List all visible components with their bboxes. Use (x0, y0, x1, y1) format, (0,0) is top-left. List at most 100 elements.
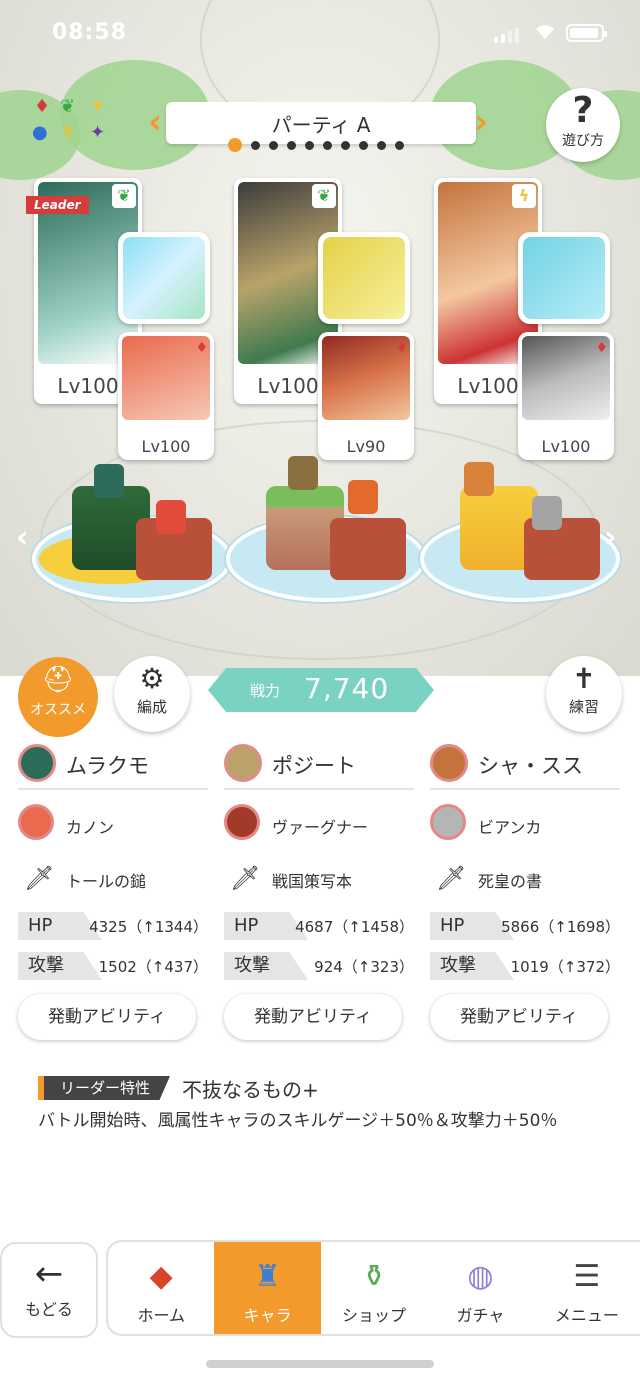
attack-label: 攻撃 (430, 952, 514, 980)
weapon-row[interactable]: 🗡 戦国策写本 (224, 852, 414, 904)
party-selector: ‹ パーティ A › (148, 102, 494, 152)
member-column-3: シャ・スス ビアンカ 🗡 死皇の書 HP 5866（↑1698） 攻撃 1019… (430, 738, 620, 984)
sub-character-card[interactable]: ♦ Lv100 (118, 332, 214, 460)
thunder-element-icon: ϟ (62, 122, 74, 143)
member-column-2: ポジート ヴァーグナー 🗡 戦国策写本 HP 4687（↑1458） 攻撃 92… (224, 738, 414, 984)
fire-element-icon: ♦ (195, 340, 208, 356)
avatar (18, 744, 56, 782)
avatar (18, 804, 54, 840)
power-label: 戦力 (250, 682, 281, 700)
sub-character-row[interactable]: ヴァーグナー (224, 798, 414, 852)
tab-home[interactable]: ◆ ホーム (108, 1242, 214, 1334)
weapon-slot[interactable] (518, 232, 610, 324)
weapon-slot[interactable] (318, 232, 410, 324)
sub-character-card[interactable]: ♦ Lv100 (518, 332, 614, 460)
fire-element-icon: ♦ (395, 340, 408, 356)
sub-character-row[interactable]: カノン (18, 798, 208, 852)
tab-label: ガチャ (456, 1306, 505, 1325)
leader-skill-tag: リーダー特性 (38, 1076, 171, 1100)
training-label: 練習 (568, 698, 599, 716)
attack-value: 1019（↑372） (510, 958, 620, 976)
signal-icon (494, 28, 519, 43)
sprite-icon (348, 480, 378, 514)
weapon-row[interactable]: 🗡 トールの鎚 (18, 852, 208, 904)
recommend-button[interactable]: ⛑ オススメ (18, 657, 98, 737)
avatar (430, 804, 466, 840)
water-element-icon: ● (32, 122, 48, 143)
book-icon (323, 237, 405, 319)
avatar (224, 804, 260, 840)
character-name: シャ・スス (478, 754, 583, 778)
sub-character-name: ビアンカ (478, 818, 542, 837)
leader-skill-description: バトル開始時、風属性キャラのスキルゲージ＋50％＆攻撃力＋50％ (38, 1111, 558, 1131)
weapon-slot[interactable] (118, 232, 210, 324)
tab-label: キャラ (243, 1306, 292, 1325)
party-member-2[interactable]: ❦ Lv100 ♦ Lv90 (234, 178, 424, 464)
sub-character-row[interactable]: ビアンカ (430, 798, 620, 852)
wind-element-icon: ❦ (60, 96, 76, 117)
hammer-icon (123, 237, 205, 319)
unit-platform-3 (420, 456, 620, 606)
unit-platform-1 (32, 456, 232, 606)
back-button[interactable]: ← もどる (0, 1242, 98, 1338)
wind-element-icon: ❦ (112, 184, 136, 208)
tab-label: メニュー (554, 1306, 619, 1325)
sub-character-name: カノン (66, 818, 115, 837)
member-column-1: ムラクモ カノン 🗡 トールの鎚 HP 4325（↑1344） 攻撃 1502（… (18, 738, 208, 984)
weapon-name: 戦国策写本 (272, 872, 353, 891)
avatar (224, 744, 262, 782)
weapon-name: 死皇の書 (478, 872, 543, 891)
sprite-icon (288, 456, 318, 490)
attack-label: 攻撃 (224, 952, 308, 980)
sprite-icon (464, 462, 494, 496)
main-character-row[interactable]: ポジート (224, 738, 414, 790)
back-label: もどる (25, 1300, 73, 1319)
status-bar: 08:58 (0, 0, 640, 64)
element-legend[interactable]: ♦ ❦ ✦ ● ϟ ✦ (26, 96, 118, 150)
thunder-element-icon: ϟ (512, 184, 536, 208)
attack-row: 攻撃 924（↑323） (224, 948, 414, 984)
weapon-row[interactable]: 🗡 死皇の書 (430, 852, 620, 904)
formation-button[interactable]: ⚙ 編成 (114, 656, 190, 732)
power-display: 戦力 7,740 (208, 668, 434, 712)
sub-character-level: Lv90 (346, 437, 386, 456)
tab-menu[interactable]: ☰ メニュー (534, 1242, 640, 1334)
character-name: ムラクモ (66, 754, 149, 778)
party-prev-button[interactable]: ‹ (148, 102, 168, 144)
character-icon: ♜ (254, 1259, 282, 1294)
sub-character-card[interactable]: ♦ Lv90 (318, 332, 414, 460)
main-character-row[interactable]: ムラクモ (18, 738, 208, 790)
ability-button-2[interactable]: 発動アビリティ (224, 994, 402, 1040)
helmet-icon: ⛑ (41, 665, 75, 695)
ability-button-3[interactable]: 発動アビリティ (430, 994, 608, 1040)
recommend-label: オススメ (30, 702, 86, 718)
shop-icon: ⚱ (361, 1259, 387, 1294)
wind-element-icon: ❦ (312, 184, 336, 208)
prev-arrow-icon[interactable]: ‹ (16, 520, 28, 555)
party-page-dots (228, 138, 404, 152)
how-to-play-button[interactable]: ? 遊び方 (546, 88, 620, 162)
training-button[interactable]: ✝ 練習 (546, 656, 622, 732)
attack-value: 924（↑323） (314, 958, 414, 976)
home-icon: ◆ (149, 1259, 173, 1294)
fire-element-icon: ♦ (595, 340, 608, 356)
attack-row: 攻撃 1502（↑437） (18, 948, 208, 984)
party-member-1[interactable]: ❦ Lv100 Leader ♦ Lv100 (26, 178, 224, 464)
attack-value: 1502（↑437） (98, 958, 208, 976)
main-character-row[interactable]: シャ・スス (430, 738, 620, 790)
weapon-icon: 🗡 (24, 864, 55, 892)
next-arrow-icon[interactable]: › (604, 520, 616, 555)
tab-gacha[interactable]: ◍ ガチャ (427, 1242, 533, 1334)
hp-value: 4687（↑1458） (295, 918, 414, 936)
sub-character-level: Lv100 (541, 437, 591, 456)
tab-shop[interactable]: ⚱ ショップ (321, 1242, 427, 1334)
hp-row: HP 4687（↑1458） (224, 908, 414, 944)
party-next-button[interactable]: › (474, 102, 494, 144)
clock: 08:58 (52, 20, 128, 45)
formation-label: 編成 (136, 698, 167, 716)
party-member-3[interactable]: ϟ Lv100 ♦ Lv100 (434, 178, 624, 464)
ability-button-1[interactable]: 発動アビリティ (18, 994, 196, 1040)
tab-label: ショップ (342, 1306, 407, 1325)
tab-character[interactable]: ♜ キャラ (214, 1242, 321, 1334)
home-indicator[interactable] (206, 1360, 434, 1368)
